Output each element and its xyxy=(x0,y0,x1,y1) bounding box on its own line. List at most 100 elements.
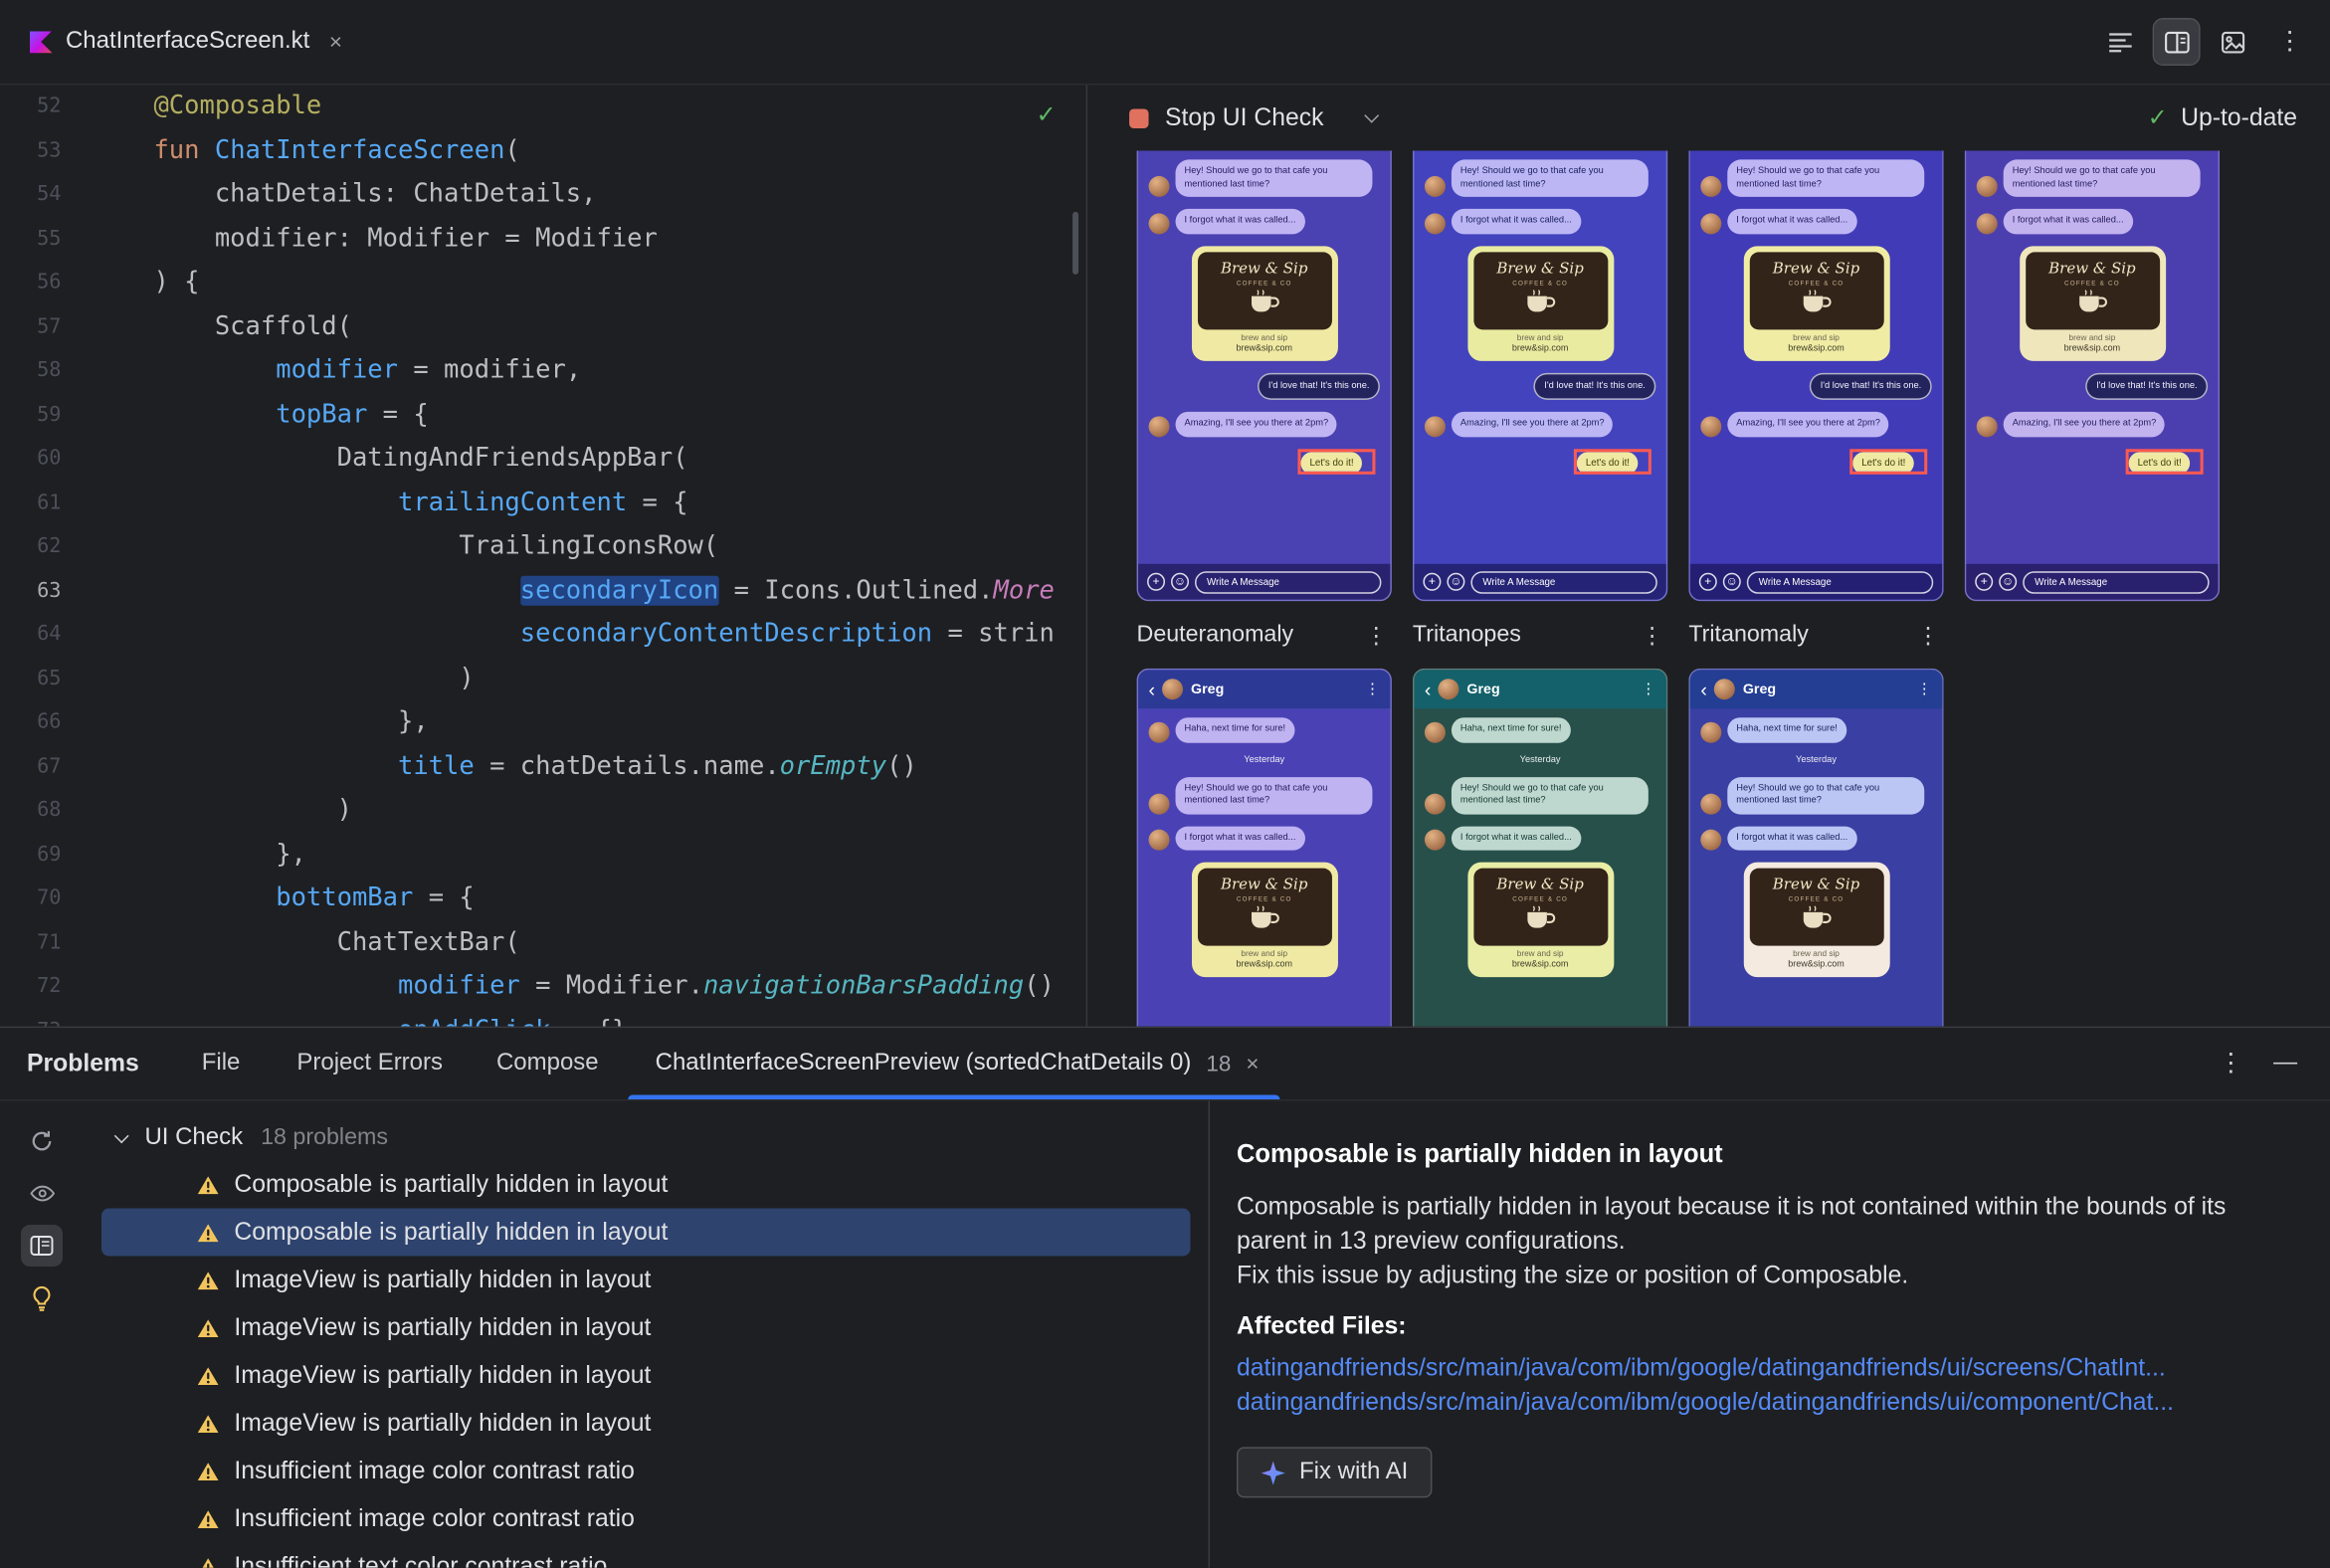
warning-icon xyxy=(197,1175,219,1194)
code-line: fun ChatInterfaceScreen( xyxy=(153,134,520,165)
avatar xyxy=(1700,176,1722,198)
editor-tab[interactable]: ChatInterfaceScreen.kt × xyxy=(0,0,363,84)
problem-description: Composable is partially hidden in layout… xyxy=(1237,1193,2227,1289)
quick-fix-button[interactable] xyxy=(21,1276,63,1318)
code-line: modifier: Modifier = Modifier xyxy=(153,223,658,254)
problems-group-header[interactable]: UI Check 18 problems xyxy=(84,1116,1209,1161)
kebab-icon[interactable]: ⋮ xyxy=(2219,1049,2243,1078)
kebab-icon[interactable]: ⋮ xyxy=(1641,622,1667,648)
code-line: modifier = Modifier.navigationBarsPaddin… xyxy=(397,971,1055,1002)
problem-item[interactable]: ImageView is partially hidden in layout xyxy=(101,1303,1191,1351)
code-line: secondaryContentDescription = strin xyxy=(519,619,1055,650)
line-number: 72 xyxy=(37,974,62,999)
preview-row-bottom: ‹ Greg ⋮ Haha, next time for sure! Yesterday… xyxy=(1087,668,2330,1027)
active-tab-underline xyxy=(628,1094,1280,1100)
back-icon: ‹ xyxy=(1700,678,1707,700)
problem-item[interactable]: ImageView is partially hidden in layout xyxy=(101,1399,1191,1447)
brew-sip-link-card: Brew & Sip COFFEE & CO brew and sip brew&si… xyxy=(1191,863,1338,978)
kebab-icon: ⋮ xyxy=(1364,681,1380,697)
affected-file-link[interactable]: datingandfriends/src/main/java/com/ibm/g… xyxy=(1237,1351,2285,1385)
stop-ui-check-button[interactable]: Stop UI Check xyxy=(1129,103,1380,131)
line-number: 53 xyxy=(37,137,62,162)
preview-variant-label: Tritanomaly xyxy=(1688,621,1809,647)
toolwindow-title[interactable]: Problems xyxy=(27,1050,139,1078)
chevron-down-icon[interactable] xyxy=(1364,107,1380,123)
coffee-cup-icon xyxy=(1251,289,1279,312)
inspection-ok-icon[interactable]: ✓ xyxy=(1036,99,1056,129)
ui-check-flag-box: Let's do it! xyxy=(2125,449,2204,475)
editor-code[interactable]: @Composable fun ChatInterfaceScreen( chat… xyxy=(90,85,1086,1026)
group-count: 18 problems xyxy=(261,1124,388,1151)
chat-bubble: I'd love that! It's this one. xyxy=(1258,372,1380,401)
problem-item[interactable]: Composable is partially hidden in layout xyxy=(100,1208,1191,1257)
contact-name: Greg xyxy=(1191,681,1225,697)
emoji-icon: ☺ xyxy=(1447,572,1465,591)
chevron-down-icon[interactable] xyxy=(113,1127,129,1143)
problem-item[interactable]: Composable is partially hidden in layout xyxy=(101,1161,1191,1209)
code-line: onAddClick = {}, xyxy=(153,1009,1085,1026)
close-tab-icon[interactable]: × xyxy=(1246,1051,1259,1076)
chat-preview-phone[interactable]: Hey! Should we go to that cafe you menti… xyxy=(1688,150,1944,602)
fix-with-ai-button[interactable]: Fix with AI xyxy=(1237,1447,1433,1498)
refresh-button[interactable] xyxy=(21,1120,63,1162)
problem-item[interactable]: Insufficient image color contrast ratio xyxy=(101,1494,1191,1542)
kebab-icon[interactable]: ⋮ xyxy=(1365,622,1392,648)
fix-with-ai-label: Fix with AI xyxy=(1298,1459,1409,1484)
minimize-icon[interactable]: — xyxy=(2273,1051,2297,1078)
more-options-button[interactable]: ⋮ xyxy=(2267,19,2312,64)
problem-details-pane: Composable is partially hidden in layout… xyxy=(1210,1101,2330,1568)
chat-preview-phone[interactable]: Hey! Should we go to that cafe you menti… xyxy=(1964,150,2221,602)
emoji-icon: ☺ xyxy=(1999,572,2018,591)
kebab-icon: ⋮ xyxy=(2276,26,2303,56)
code-view-button[interactable] xyxy=(2097,19,2142,64)
avatar xyxy=(1424,830,1446,852)
ai-sparkle-icon xyxy=(1261,1460,1285,1484)
code-line: Scaffold( xyxy=(153,310,352,341)
warning-icon xyxy=(197,1271,219,1289)
message-input-bar: + ☺ Write A Message xyxy=(1138,563,1391,600)
kebab-icon[interactable]: ⋮ xyxy=(1917,622,1944,648)
chat-bubble: Amazing, I'll see you there at 2pm? xyxy=(1727,412,1889,438)
tab-file[interactable]: File xyxy=(202,1051,241,1078)
add-icon: + xyxy=(1423,572,1442,591)
brew-sip-link-card: Brew & Sip COFFEE & CO brew and sip brew&si… xyxy=(1466,246,1614,361)
tab-compose[interactable]: Compose xyxy=(496,1051,599,1078)
split-view-button[interactable] xyxy=(2152,17,2201,66)
ui-check-flag-box: Let's do it! xyxy=(1849,449,1928,475)
preview-label-cell: Tritanopes ⋮ xyxy=(1413,622,1667,649)
problem-item[interactable]: ImageView is partially hidden in layout xyxy=(101,1351,1191,1399)
code-line: chatDetails: ChatDetails, xyxy=(153,178,597,209)
code-editor[interactable]: 52 53 54 55 56 57 58 59 60 61 62 63 64 65 66 67 68 69 70 71… xyxy=(0,85,1086,1027)
design-view-button[interactable] xyxy=(2211,19,2255,64)
chat-preview-phone[interactable]: Hey! Should we go to that cafe you menti… xyxy=(1412,150,1668,602)
chat-bubble: I forgot what it was called... xyxy=(1451,209,1581,235)
message-input: Write A Message xyxy=(1746,570,1934,594)
avatar xyxy=(1700,721,1722,743)
preview-problems-button[interactable] xyxy=(21,1173,63,1215)
code-line: topBar = { xyxy=(276,399,429,430)
code-line: }, xyxy=(153,839,306,870)
details-view-button[interactable] xyxy=(20,1225,63,1267)
problem-item[interactable]: Insufficient text color contrast ratio xyxy=(101,1542,1191,1568)
problem-item[interactable]: ImageView is partially hidden in layout xyxy=(101,1256,1191,1303)
code-line: trailingContent = { xyxy=(397,487,688,517)
date-divider: Yesterday xyxy=(1519,754,1561,765)
tab-project-errors[interactable]: Project Errors xyxy=(296,1051,443,1078)
chat-preview-phone[interactable]: ‹ Greg ⋮ Haha, next time for sure! Yesterday… xyxy=(1412,668,1668,1027)
chat-bubble: Hey! Should we go to that cafe you menti… xyxy=(1175,159,1373,198)
chat-preview-phone[interactable]: Hey! Should we go to that cafe you menti… xyxy=(1136,150,1392,602)
code-line: ) { xyxy=(153,267,200,297)
chat-preview-phone[interactable]: ‹ Greg ⋮ Haha, next time for sure! Yesterday… xyxy=(1136,668,1392,1027)
tab-preview-active[interactable]: ChatInterfaceScreenPreview (sortedChatDe… xyxy=(628,1028,1280,1100)
close-tab-icon[interactable]: × xyxy=(329,29,342,54)
avatar xyxy=(1148,176,1170,198)
chat-preview-phone[interactable]: ‹ Greg ⋮ Haha, next time for sure! Yesterday… xyxy=(1688,668,1944,1027)
avatar xyxy=(1148,416,1170,438)
line-number: 68 xyxy=(37,798,62,823)
kebab-icon: ⋮ xyxy=(1916,681,1932,697)
problem-item[interactable]: Insufficient image color contrast ratio xyxy=(101,1447,1191,1494)
affected-file-link[interactable]: datingandfriends/src/main/java/com/ibm/g… xyxy=(1237,1386,2285,1420)
avatar xyxy=(1700,830,1722,852)
build-status-label: Up-to-date xyxy=(2181,103,2298,131)
editor-scrollbar[interactable] xyxy=(1072,211,1079,275)
